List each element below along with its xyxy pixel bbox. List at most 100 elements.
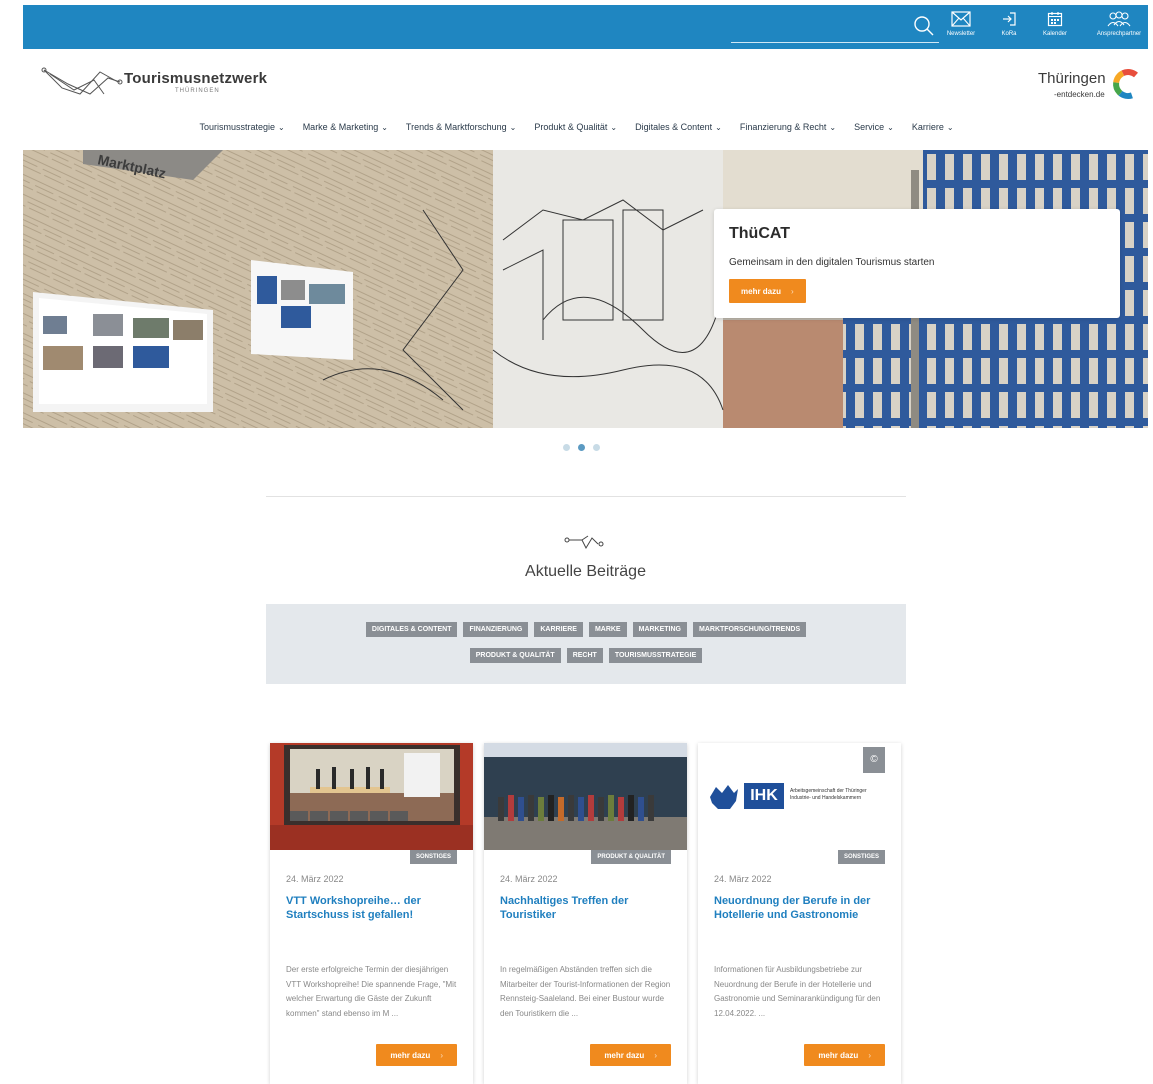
slide-more-button[interactable]: mehr dazu › bbox=[729, 279, 806, 303]
nav-label: Service bbox=[854, 122, 885, 132]
post-more-button[interactable]: mehr dazu › bbox=[590, 1044, 671, 1066]
partner-logo-sub: -entdecken.de bbox=[1054, 90, 1105, 99]
search-box bbox=[731, 13, 939, 43]
ihk-logo-text: IHK bbox=[744, 783, 784, 809]
tag-produkt-qualitaet[interactable]: PRODUKT & QUALITÄT bbox=[469, 648, 561, 663]
post-card[interactable]: SONSTIGES 24. März 2022 VTT Workshopreih… bbox=[270, 743, 473, 1084]
tag-marke[interactable]: MARKE bbox=[588, 622, 627, 637]
nav-digitales-content[interactable]: Digitales & Content ⌄ bbox=[626, 122, 731, 132]
slide-text: Gemeinsam in den digitalen Tourismus sta… bbox=[729, 257, 935, 268]
tag-recht[interactable]: RECHT bbox=[566, 648, 603, 663]
section-divider bbox=[266, 496, 906, 497]
chevron-down-icon: ⌄ bbox=[610, 123, 618, 132]
nav-marke-marketing[interactable]: Marke & Marketing ⌄ bbox=[294, 122, 397, 132]
main-nav: Tourismusstrategie ⌄ Marke & Marketing ⌄ T… bbox=[0, 122, 1153, 132]
post-date: 24. März 2022 bbox=[714, 874, 772, 884]
tag-karriere[interactable]: KARRIERE bbox=[534, 622, 583, 637]
nav-tourismusstrategie[interactable]: Tourismusstrategie ⌄ bbox=[190, 122, 293, 132]
tag-tourismusstrategie[interactable]: TOURISMUSSTRATEGIE bbox=[608, 648, 703, 663]
chevron-down-icon: ⌄ bbox=[509, 123, 517, 132]
post-title[interactable]: Nachhaltiges Treffen der Touristiker bbox=[500, 894, 670, 922]
post-excerpt: In regelmäßigen Abständen treffen sich d… bbox=[500, 965, 671, 1018]
chevron-right-icon: › bbox=[868, 1050, 871, 1060]
post-image bbox=[484, 743, 687, 850]
category-filter: DIGITALES & CONTENT FINANZIERUNG KARRIER… bbox=[266, 604, 906, 684]
ihk-lion-icon bbox=[710, 785, 738, 809]
chevron-right-icon: › bbox=[654, 1050, 657, 1060]
chevron-down-icon: ⌄ bbox=[887, 123, 894, 132]
post-category-badge[interactable]: SONSTIGES bbox=[837, 850, 885, 864]
chevron-down-icon: ⌄ bbox=[946, 123, 954, 132]
slide-caption-card: ThüCAT Gemeinsam in den digitalen Touris… bbox=[714, 209, 1120, 318]
network-line-icon bbox=[564, 535, 604, 550]
button-label: mehr dazu bbox=[741, 286, 782, 296]
thueringen-entdecken-logo[interactable]: Thüringen -entdecken.de bbox=[1038, 66, 1143, 106]
post-category-badge[interactable]: PRODUKT & QUALITÄT bbox=[591, 850, 671, 864]
tag-marktforschung-trends[interactable]: MARKTFORSCHUNG/TRENDS bbox=[693, 622, 807, 637]
nav-label: Produkt & Qualität bbox=[534, 122, 608, 132]
post-category-badge[interactable]: SONSTIGES bbox=[409, 850, 457, 864]
nav-service[interactable]: Service ⌄ bbox=[845, 122, 903, 132]
post-more-button[interactable]: mehr dazu › bbox=[376, 1044, 457, 1066]
post-date: 24. März 2022 bbox=[286, 874, 344, 884]
nav-label: Marke & Marketing bbox=[302, 122, 379, 132]
kalender-label: Kalender bbox=[1042, 31, 1068, 37]
login-icon bbox=[1003, 12, 1016, 26]
chevron-right-icon: › bbox=[791, 286, 794, 296]
nav-label: Trends & Marktforschung bbox=[405, 122, 507, 132]
search-input[interactable] bbox=[731, 13, 901, 41]
button-label: mehr dazu bbox=[390, 1050, 431, 1060]
section-title: Aktuelle Beiträge bbox=[525, 563, 646, 580]
slider-dots bbox=[563, 444, 600, 451]
nav-finanzierung-recht[interactable]: Finanzierung & Recht ⌄ bbox=[731, 122, 845, 132]
kalender-link[interactable]: Kalender bbox=[1025, 11, 1085, 37]
chevron-right-icon: › bbox=[440, 1050, 443, 1060]
tags-row-1: DIGITALES & CONTENT FINANZIERUNG KARRIER… bbox=[266, 622, 906, 637]
network-logo-icon bbox=[41, 67, 123, 95]
post-excerpt: Der erste erfolgreiche Termin der diesjä… bbox=[286, 965, 457, 1018]
newsletter-label: Newsletter bbox=[946, 31, 976, 37]
tag-marketing[interactable]: MARKETING bbox=[632, 622, 687, 637]
post-more-button[interactable]: mehr dazu › bbox=[804, 1044, 885, 1066]
chevron-down-icon: ⌄ bbox=[829, 123, 837, 132]
copyright-icon[interactable]: © bbox=[863, 747, 885, 773]
slide-title: ThüCAT bbox=[729, 225, 791, 242]
chevron-down-icon: ⌄ bbox=[381, 123, 388, 132]
nav-label: Finanzierung & Recht bbox=[739, 122, 827, 132]
post-image bbox=[270, 743, 473, 850]
post-title[interactable]: Neuordnung der Berufe in der Hotellerie … bbox=[714, 894, 884, 922]
ansprechpartner-link[interactable]: Ansprechpartner bbox=[1089, 11, 1149, 37]
button-label: mehr dazu bbox=[604, 1050, 645, 1060]
logo-name: Tourismusnetzwerk bbox=[124, 70, 268, 87]
kora-label: KoRa bbox=[1001, 31, 1017, 37]
logo-subtitle: THÜRINGEN bbox=[175, 88, 220, 94]
slider-dot-2[interactable] bbox=[578, 444, 585, 451]
nav-karriere[interactable]: Karriere ⌄ bbox=[903, 122, 963, 132]
hero-slider[interactable]: Marktplatz ThüCAT Gemeinsam in den digit… bbox=[23, 150, 1148, 428]
slider-dot-1[interactable] bbox=[563, 444, 570, 451]
chevron-down-icon: ⌄ bbox=[277, 123, 285, 132]
calendar-icon bbox=[1047, 12, 1063, 27]
ansprechpartner-label: Ansprechpartner bbox=[1096, 31, 1142, 37]
slider-dot-3[interactable] bbox=[593, 444, 600, 451]
colorful-c-icon bbox=[1113, 69, 1138, 99]
site-header: Tourismusnetzwerk THÜRINGEN Thüringen -e… bbox=[0, 50, 1153, 150]
post-image: IHK Arbeitsgemeinschaft der Thüringer In… bbox=[698, 743, 901, 850]
top-bar: Newsletter KoRa Kalender Ansprechpartner bbox=[23, 5, 1148, 49]
button-label: mehr dazu bbox=[818, 1050, 859, 1060]
post-excerpt: Informationen für Ausbildungsbetriebe zu… bbox=[714, 965, 881, 1018]
partner-logo-main: Thüringen bbox=[1038, 70, 1106, 87]
nav-produkt-qualitaet[interactable]: Produkt & Qualität ⌄ bbox=[525, 122, 626, 132]
post-date: 24. März 2022 bbox=[500, 874, 558, 884]
post-card[interactable]: IHK Arbeitsgemeinschaft der Thüringer In… bbox=[698, 743, 901, 1084]
nav-label: Karriere bbox=[911, 122, 944, 132]
chevron-down-icon: ⌄ bbox=[715, 123, 722, 132]
post-title[interactable]: VTT Workshopreihe… der Startschuss ist g… bbox=[286, 894, 456, 922]
people-icon bbox=[1107, 11, 1131, 27]
nav-trends-marktforschung[interactable]: Trends & Marktforschung ⌄ bbox=[397, 122, 525, 132]
site-logo[interactable]: Tourismusnetzwerk THÜRINGEN bbox=[40, 64, 280, 104]
tag-digitales-content[interactable]: DIGITALES & CONTENT bbox=[365, 622, 458, 637]
post-card[interactable]: PRODUKT & QUALITÄT 24. März 2022 Nachhal… bbox=[484, 743, 687, 1084]
tag-finanzierung[interactable]: FINANZIERUNG bbox=[463, 622, 529, 637]
nav-label: Tourismusstrategie bbox=[199, 122, 275, 132]
